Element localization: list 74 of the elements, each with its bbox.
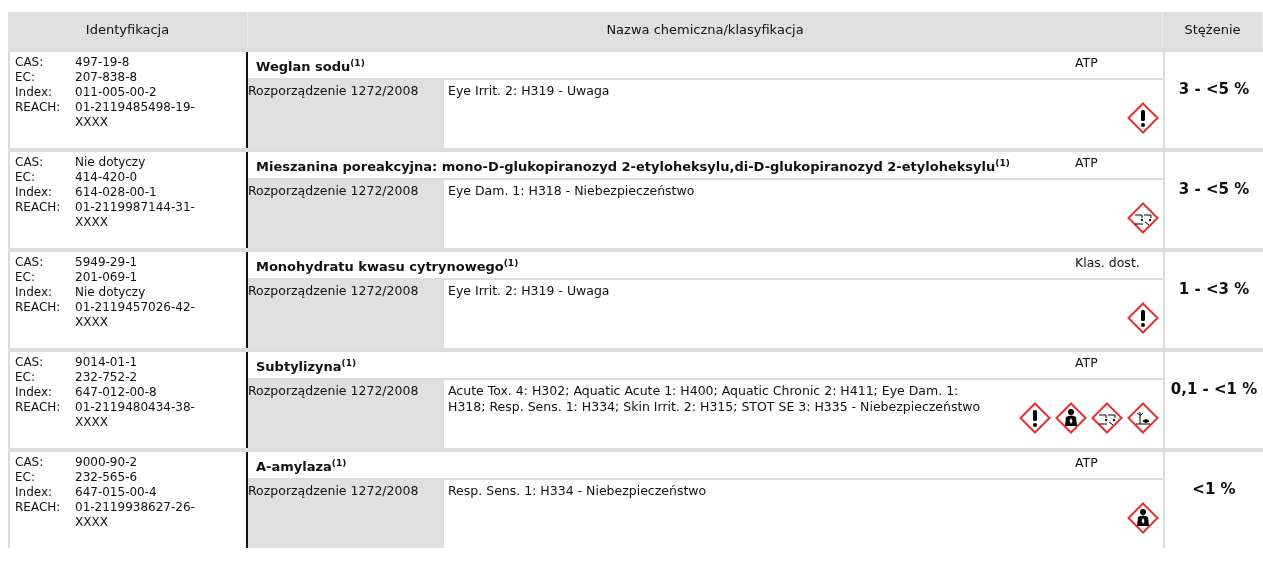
classification-source: ATP xyxy=(1075,455,1099,472)
id-label: REACH: xyxy=(15,100,62,116)
id-label: EC: xyxy=(15,270,36,285)
hazard-classification: Eye Irrit. 2: H319 - Uwaga xyxy=(448,283,611,299)
hazard-classification: Eye Dam. 1: H318 - Niebezpieczeństwo xyxy=(448,183,696,199)
id-label: CAS: xyxy=(15,455,45,470)
classification-source: Klas. dost. xyxy=(1075,255,1141,272)
id-label: REACH: xyxy=(15,400,62,416)
id-value: 232-752-2 xyxy=(75,370,139,385)
id-value: 01-2119457026-42-XXXX xyxy=(75,300,196,330)
id-value: 01-2119938627-26-XXXX xyxy=(75,500,196,530)
id-label: Index: xyxy=(15,485,54,500)
id-label: REACH: xyxy=(15,300,62,316)
id-value: 647-015-00-4 xyxy=(75,485,158,500)
hazard-classification: Eye Irrit. 2: H319 - Uwaga xyxy=(448,83,611,99)
substance-name: Monohydratu kwasu cytrynowego$^{(1)}$ xyxy=(256,257,520,277)
classification-source: ATP xyxy=(1075,55,1099,72)
id-label: CAS: xyxy=(15,355,45,370)
column-header: Nazwa chemiczna/klasyfikacja xyxy=(248,12,1163,48)
id-label: CAS: xyxy=(15,155,45,170)
id-label: Index: xyxy=(15,85,54,100)
id-label: REACH: xyxy=(15,200,62,216)
id-label: Index: xyxy=(15,285,54,300)
regulation-cell: Rozporządzenie 1272/2008 xyxy=(248,80,443,148)
concentration: 3 - <5 % xyxy=(1178,80,1250,98)
id-label: Index: xyxy=(15,385,54,400)
id-value: Nie dotyczy xyxy=(75,155,147,170)
id-label: EC: xyxy=(15,170,36,185)
id-value: 414-420-0 xyxy=(75,170,139,185)
id-value: 01-2119485498-19-XXXX xyxy=(75,100,196,130)
id-label: EC: xyxy=(15,70,36,85)
concentration: 3 - <5 % xyxy=(1178,180,1250,198)
tree-fish-diamond-icon xyxy=(1127,401,1159,434)
id-value: Nie dotyczy xyxy=(75,285,147,300)
id-value: 01-2119480434-38-XXXX xyxy=(75,400,196,430)
id-value: 9014-01-1 xyxy=(75,355,139,370)
regulation-cell: Rozporządzenie 1272/2008 xyxy=(248,280,443,348)
id-value: 5949-29-1 xyxy=(75,255,139,270)
concentration: 1 - <3 % xyxy=(1178,280,1250,298)
id-label: EC: xyxy=(15,370,36,385)
regulation-cell: Rozporządzenie 1272/2008 xyxy=(248,480,443,548)
column-header: Stężenie xyxy=(1163,12,1263,48)
person-silhouette-diamond-icon xyxy=(1127,501,1159,534)
id-value: 614-028-00-1 xyxy=(75,185,158,200)
classification-source: ATP xyxy=(1075,355,1099,372)
concentration: 0,1 - <1 % xyxy=(1170,380,1258,398)
id-label: Index: xyxy=(15,185,54,200)
substance-name: A-amylaza$^{(1)}$ xyxy=(256,457,348,477)
substance-name: Subtylizyna$^{(1)}$ xyxy=(256,357,358,377)
id-value: 497-19-8 xyxy=(75,55,131,70)
hazard-classification: Acute Tox. 4: H302; Aquatic Acute 1: H400; Aquatic Chronic 2: H411; Eye Dam. 1: H318; Resp. Sens. 1: H334; Skin Irrit. 2: H315; STOT SE 3: H335 - Niebezpieczeństwo xyxy=(448,383,982,415)
id-value: 207-838-8 xyxy=(75,70,139,85)
exclamation-diamond-icon xyxy=(1127,301,1159,334)
id-label: REACH: xyxy=(15,500,62,516)
id-value: 01-2119987144-31-XXXX xyxy=(75,200,196,230)
classification-source: ATP xyxy=(1075,155,1099,172)
substance-name: Weglan sodu$^{(1)}$ xyxy=(256,57,366,77)
exclamation-diamond-icon xyxy=(1127,101,1159,134)
hazard-classification: Resp. Sens. 1: H334 - Niebezpieczeństwo xyxy=(448,483,708,499)
exclamation-diamond-icon xyxy=(1019,401,1051,434)
id-value: 232-565-6 xyxy=(75,470,139,485)
id-label: EC: xyxy=(15,470,36,485)
concentration: <1 % xyxy=(1192,480,1236,498)
substance-name: Mieszanina poreakcyjna: mono-D-glukopiranozyd 2-etyloheksylu,di-D-glukopiranozyd 2-etyloheksylu$^{(1)}$ xyxy=(256,157,1011,177)
id-value: 201-069-1 xyxy=(75,270,139,285)
column-header: Identyfikacja xyxy=(8,12,248,48)
id-value: 647-012-00-8 xyxy=(75,385,158,400)
id-label: CAS: xyxy=(15,55,45,70)
regulation-cell: Rozporządzenie 1272/2008 xyxy=(248,380,443,448)
person-silhouette-diamond-icon xyxy=(1055,401,1087,434)
regulation-cell: Rozporządzenie 1272/2008 xyxy=(248,180,443,248)
id-label: CAS: xyxy=(15,255,45,270)
id-value: 9000-90-2 xyxy=(75,455,139,470)
id-value: 011-005-00-2 xyxy=(75,85,158,100)
